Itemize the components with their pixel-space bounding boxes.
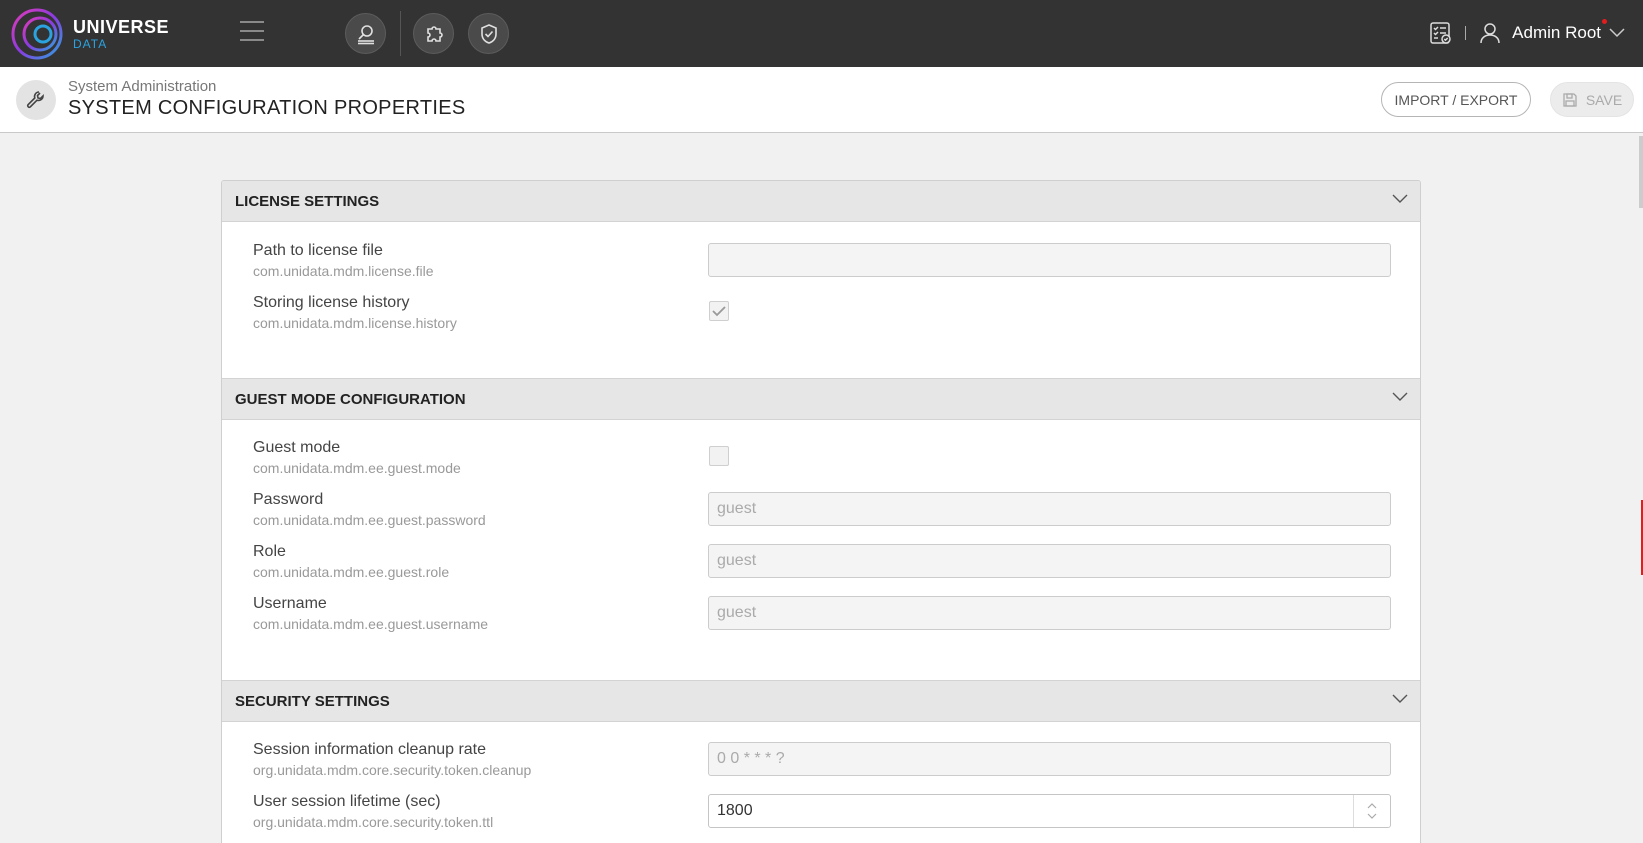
import-export-button[interactable]: IMPORT / EXPORT [1381, 82, 1531, 117]
data-search-button[interactable] [345, 13, 386, 54]
property-key: org.unidata.mdm.core.security.token.ttl [253, 814, 494, 830]
wrench-icon [16, 80, 56, 120]
chevron-down-icon[interactable] [1392, 694, 1408, 704]
page-title: SYSTEM CONFIGURATION PROPERTIES [68, 97, 466, 119]
guest-mode-checkbox[interactable] [709, 446, 729, 466]
user-divider [1465, 26, 1467, 40]
section-title: LICENSE SETTINGS [235, 192, 380, 210]
puzzle-icon [426, 25, 443, 42]
shield-check-icon [480, 23, 497, 44]
property-token-ttl: User session lifetime (sec) org.unidata.… [253, 792, 493, 832]
property-key: com.unidata.mdm.ee.guest.username [253, 616, 489, 632]
chevron-down-icon[interactable] [1392, 194, 1408, 204]
token-cleanup-input[interactable]: 0 0 * * * ? [708, 742, 1391, 776]
property-label: Role [253, 543, 286, 560]
license-file-input[interactable] [708, 243, 1391, 277]
toolbar-divider [400, 11, 401, 56]
section-header-security[interactable]: SECURITY SETTINGS [222, 680, 1420, 722]
chevron-up-icon[interactable] [1367, 803, 1377, 809]
user-name[interactable]: Admin Root [1512, 19, 1607, 43]
user-area: Admin Root [1429, 18, 1625, 48]
property-label: Guest mode [253, 439, 341, 456]
guest-password-input[interactable]: guest [708, 492, 1391, 526]
property-label: Username [253, 595, 327, 612]
chevron-down-icon[interactable] [1609, 28, 1625, 38]
property-key: com.unidata.mdm.license.history [253, 315, 457, 331]
user-icon[interactable] [1478, 21, 1502, 45]
chevron-down-icon[interactable] [1367, 813, 1377, 819]
breadcrumb: System Administration [68, 78, 217, 95]
section-title: SECURITY SETTINGS [235, 692, 390, 710]
property-label: User session lifetime (sec) [253, 793, 441, 810]
top-navigation-bar: UNIVERSE DATA Admin Root [0, 0, 1643, 67]
license-history-checkbox[interactable] [709, 301, 729, 321]
security-button[interactable] [468, 13, 509, 54]
property-key: com.unidata.mdm.ee.guest.role [253, 564, 450, 580]
property-guest-password: Password com.unidata.mdm.ee.guest.passwo… [253, 490, 486, 530]
property-token-cleanup: Session information cleanup rate org.uni… [253, 740, 531, 780]
property-key: org.unidata.mdm.core.security.token.clea… [253, 762, 532, 778]
checkmark-icon [712, 306, 726, 317]
page-header: System Administration SYSTEM CONFIGURATI… [0, 67, 1643, 133]
save-icon [1563, 92, 1577, 107]
brand-line-1: UNIVERSE [73, 17, 170, 37]
tasks-checklist-icon[interactable] [1429, 21, 1453, 45]
property-guest-role: Role com.unidata.mdm.ee.guest.role [253, 542, 449, 582]
property-label: Path to license file [253, 242, 383, 259]
save-label: SAVE [1585, 91, 1623, 108]
scrollbar-thumb[interactable] [1639, 136, 1643, 208]
token-ttl-value: 1800 [717, 802, 753, 819]
property-key: com.unidata.mdm.ee.guest.password [253, 512, 486, 528]
section-header-license[interactable]: LICENSE SETTINGS [222, 181, 1420, 222]
property-label: Storing license history [253, 294, 410, 311]
property-label: Password [253, 491, 324, 508]
property-guest-mode: Guest mode com.unidata.mdm.ee.guest.mode [253, 438, 461, 478]
brand-name: UNIVERSE DATA [73, 17, 169, 51]
section-title: GUEST MODE CONFIGURATION [235, 390, 466, 408]
save-button[interactable]: SAVE [1550, 82, 1634, 117]
property-guest-username: Username com.unidata.mdm.ee.guest.userna… [253, 594, 488, 634]
user-name-label: Admin Root [1512, 23, 1601, 42]
properties-panel: LICENSE SETTINGS Path to license file co… [221, 180, 1421, 843]
property-license-history: Storing license history com.unidata.mdm.… [253, 293, 457, 333]
guest-role-input[interactable]: guest [708, 544, 1391, 578]
section-header-guest-mode[interactable]: GUEST MODE CONFIGURATION [222, 378, 1420, 420]
chevron-down-icon[interactable] [1392, 392, 1408, 402]
property-key: com.unidata.mdm.license.file [253, 263, 434, 279]
extensions-button[interactable] [413, 13, 454, 54]
guest-username-input[interactable]: guest [708, 596, 1391, 630]
number-stepper[interactable] [1353, 795, 1390, 827]
universe-data-logo-icon[interactable] [10, 7, 64, 61]
property-license-file: Path to license file com.unidata.mdm.lic… [253, 241, 434, 281]
data-search-icon [357, 24, 374, 44]
notification-dot [1602, 19, 1607, 24]
token-ttl-input[interactable]: 1800 [708, 794, 1391, 828]
property-key: com.unidata.mdm.ee.guest.mode [253, 460, 461, 476]
property-label: Session information cleanup rate [253, 741, 487, 758]
hamburger-menu-icon[interactable] [240, 21, 264, 43]
brand-line-2: DATA [73, 37, 108, 51]
